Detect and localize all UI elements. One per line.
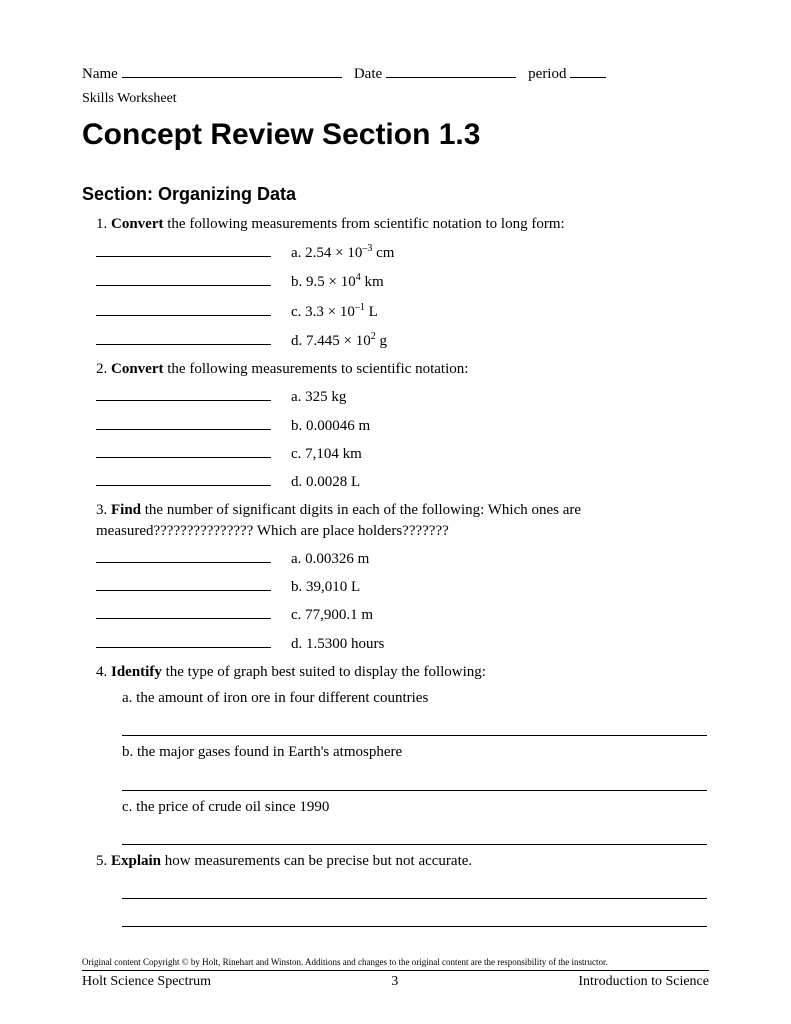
q1-a: a. 2.54 × 10–3 cm <box>96 242 709 263</box>
answer-blank[interactable] <box>96 416 271 430</box>
section-heading: Section: Organizing Data <box>82 182 709 206</box>
footer-left: Holt Science Spectrum <box>82 973 211 992</box>
page-title: Concept Review Section 1.3 <box>82 115 709 156</box>
footer-page-number: 3 <box>391 973 398 992</box>
answer-blank[interactable] <box>96 577 271 591</box>
q3-d: d. 1.5300 hours <box>96 634 709 654</box>
footer: Original content Copyright © by Holt, Ri… <box>82 956 709 992</box>
answer-blank[interactable] <box>96 387 271 401</box>
q3-c: c. 77,900.1 m <box>96 605 709 625</box>
period-blank[interactable] <box>570 64 606 78</box>
date-label: Date <box>354 64 382 84</box>
copyright-text: Original content Copyright © by Holt, Ri… <box>82 956 709 971</box>
footer-row: Holt Science Spectrum 3 Introduction to … <box>82 973 709 992</box>
answer-blank[interactable] <box>96 243 271 257</box>
q3-a: a. 0.00326 m <box>96 549 709 569</box>
q1-b: b. 9.5 × 104 km <box>96 271 709 292</box>
question-1: 1. Convert the following measurements fr… <box>96 214 709 351</box>
q2-a: a. 325 kg <box>96 387 709 407</box>
answer-blank[interactable] <box>96 331 271 345</box>
header-line: Name Date period <box>82 64 709 84</box>
name-label: Name <box>82 64 118 84</box>
answer-blank[interactable] <box>96 472 271 486</box>
answer-blank[interactable] <box>96 605 271 619</box>
q1-c: c. 3.3 × 10–1 L <box>96 301 709 322</box>
answer-blank[interactable] <box>96 272 271 286</box>
period-label: period <box>528 64 566 84</box>
question-4: 4. Identify the type of graph best suite… <box>96 662 709 845</box>
q3-b: b. 39,010 L <box>96 577 709 597</box>
q2-d: d. 0.0028 L <box>96 472 709 492</box>
q2-c: c. 7,104 km <box>96 444 709 464</box>
answer-line[interactable] <box>122 722 707 736</box>
question-3: 3. Find the number of significant digits… <box>96 500 709 654</box>
q4-c: c. the price of crude oil since 1990 <box>96 797 709 817</box>
skills-worksheet-label: Skills Worksheet <box>82 90 709 109</box>
q1-d: d. 7.445 × 102 g <box>96 330 709 351</box>
answer-blank[interactable] <box>96 444 271 458</box>
q2-b: b. 0.00046 m <box>96 416 709 436</box>
footer-right: Introduction to Science <box>578 973 709 992</box>
question-list: 1. Convert the following measurements fr… <box>82 214 709 927</box>
name-blank[interactable] <box>122 64 342 78</box>
q4-a: a. the amount of iron ore in four differ… <box>96 688 709 708</box>
answer-blank[interactable] <box>96 549 271 563</box>
date-blank[interactable] <box>386 64 516 78</box>
answer-line[interactable] <box>122 777 707 791</box>
answer-line[interactable] <box>122 913 707 927</box>
question-2: 2. Convert the following measurements to… <box>96 359 709 492</box>
answer-line[interactable] <box>122 885 707 899</box>
q4-b: b. the major gases found in Earth's atmo… <box>96 742 709 762</box>
answer-line[interactable] <box>122 831 707 845</box>
question-5: 5. Explain how measurements can be preci… <box>96 851 709 927</box>
answer-blank[interactable] <box>96 634 271 648</box>
answer-blank[interactable] <box>96 302 271 316</box>
